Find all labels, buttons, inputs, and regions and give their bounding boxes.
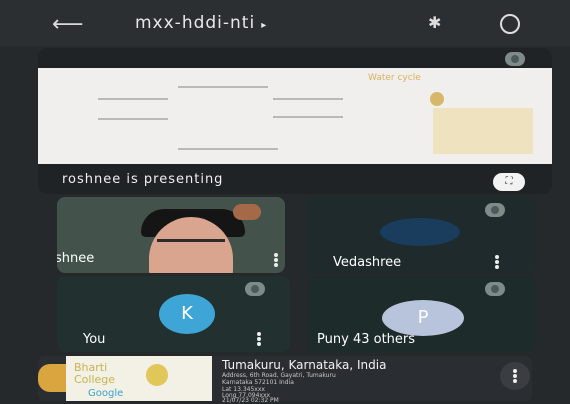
location-title: Tumakuru, Karnataka, India	[222, 358, 387, 372]
participant-name-roshnee: shnee	[57, 251, 95, 266]
avatar-vedashree	[380, 218, 460, 246]
thumb-brand: Google	[88, 388, 124, 399]
avatar-p: P	[382, 300, 464, 336]
participant-name-vedashree: Vedashree	[333, 255, 402, 270]
location-thumbnail: Bharti College Google	[66, 356, 212, 401]
shared-slide: Water cycle	[38, 68, 552, 164]
presenter-mic-icon	[505, 52, 525, 66]
top-bar: ⟵ mxx-hddi-nti ▸ ✱	[0, 0, 570, 46]
participant-name-you: You	[83, 332, 106, 347]
back-arrow-icon[interactable]: ⟵	[52, 12, 84, 37]
speaking-indicator-icon	[233, 204, 261, 220]
meeting-code: mxx-hddi-nti	[135, 13, 256, 33]
title-caret-icon: ▸	[261, 20, 268, 31]
slide-illustration	[430, 92, 444, 106]
slide-note-box	[433, 108, 533, 154]
avatar-you: K	[159, 294, 215, 334]
presenting-label: roshnee is presenting	[62, 172, 224, 187]
more-options-icon[interactable]	[274, 253, 278, 267]
fullscreen-button[interactable]: ⛶	[493, 173, 525, 191]
location-line: Address, 6th Road, Gayatri, Tumakuru	[222, 372, 336, 379]
switch-camera-icon[interactable]	[500, 14, 520, 34]
more-options-icon[interactable]	[495, 255, 499, 269]
participant-name-others: Puny 43 others	[317, 332, 416, 347]
mic-off-icon	[485, 203, 505, 217]
more-options-icon[interactable]	[257, 332, 261, 346]
mic-off-icon	[485, 282, 505, 296]
meeting-title[interactable]: mxx-hddi-nti ▸	[135, 13, 267, 33]
participant-glasses	[157, 239, 225, 254]
thumb-title: Bharti College	[74, 361, 116, 386]
bluetooth-icon[interactable]: ✱	[428, 13, 441, 32]
mic-off-icon	[245, 282, 265, 296]
thumb-logo-icon	[146, 364, 168, 386]
more-options-icon	[513, 369, 517, 383]
more-options-button[interactable]	[500, 362, 530, 390]
slide-heading: Water cycle	[368, 73, 421, 83]
meet-window: { "topbar": { "back_icon": "back-arrow-i…	[0, 0, 570, 404]
location-line: Karnataka 572101 India	[222, 379, 294, 386]
